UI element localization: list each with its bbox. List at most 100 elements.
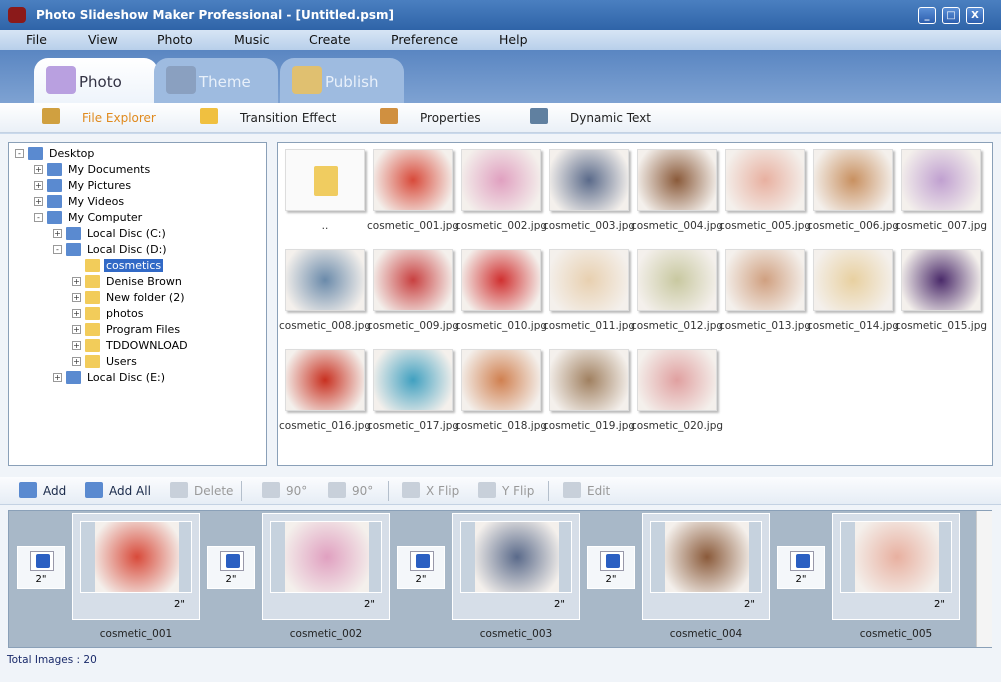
tree-item-label: Program Files xyxy=(106,323,181,336)
file-thumbnail[interactable]: cosmetic_012.jpg xyxy=(631,244,723,340)
collapse-icon[interactable]: - xyxy=(34,213,43,222)
file-thumbnail[interactable]: cosmetic_016.jpg xyxy=(279,344,371,440)
transition-slot[interactable]: 2" xyxy=(207,546,255,589)
expand-icon[interactable]: + xyxy=(72,325,81,334)
collapse-icon[interactable]: - xyxy=(15,149,24,158)
menu-photo[interactable]: Photo xyxy=(157,32,193,47)
slide-name: cosmetic_005 xyxy=(859,628,933,640)
storyboard[interactable]: 2" 2" cosmetic_001 2" 2" cosmetic_002 2" 2" cosm… xyxy=(8,510,992,648)
tree-item-label: Local Disc (D:) xyxy=(87,243,167,256)
file-thumbnail[interactable]: cosmetic_015.jpg xyxy=(895,244,987,340)
file-thumbnail[interactable]: cosmetic_008.jpg xyxy=(279,244,371,340)
add-button[interactable]: Add xyxy=(19,482,66,498)
tab-label: Theme xyxy=(199,73,251,91)
tab-photo[interactable]: Photo xyxy=(34,58,158,103)
add-all-button[interactable]: Add All xyxy=(85,482,151,498)
subtab-file-explorer[interactable]: File Explorer xyxy=(42,108,156,125)
photo-thumbnail xyxy=(901,249,981,311)
file-thumbnail[interactable]: cosmetic_011.jpg xyxy=(543,244,635,340)
expand-icon[interactable]: + xyxy=(53,373,62,382)
tab-theme[interactable]: Theme xyxy=(154,58,278,103)
subtab-label: Transition Effect xyxy=(240,111,337,125)
slide-image xyxy=(285,522,369,592)
menu-file[interactable]: File xyxy=(26,32,47,47)
slide[interactable]: 2" xyxy=(262,513,390,620)
y-flip-button[interactable]: Y Flip xyxy=(478,482,534,498)
file-thumbnail[interactable]: cosmetic_004.jpg xyxy=(631,144,723,240)
transition-duration: 2" xyxy=(35,574,47,585)
file-thumbnail[interactable]: cosmetic_007.jpg xyxy=(895,144,987,240)
subtab-dynamic-text[interactable]: Dynamic Text xyxy=(530,108,651,125)
delete-button[interactable]: Delete xyxy=(170,482,233,498)
expand-icon[interactable]: + xyxy=(53,229,62,238)
add-icon xyxy=(19,482,37,498)
menu-view[interactable]: View xyxy=(88,32,118,47)
parent-folder[interactable]: .. xyxy=(279,144,367,240)
file-grid[interactable]: .. cosmetic_001.jpg cosmetic_002.jpg cosmet… xyxy=(277,142,993,466)
expand-icon[interactable]: + xyxy=(34,165,43,174)
tree-item-label: Local Disc (C:) xyxy=(87,227,166,240)
expand-icon[interactable]: + xyxy=(34,181,43,190)
tree-item-label: photos xyxy=(106,307,144,320)
file-thumbnail[interactable]: cosmetic_013.jpg xyxy=(719,244,811,340)
folder-tree[interactable]: - Desktop + My Documents + My Pictures + My Vid… xyxy=(8,142,267,466)
close-button[interactable]: X xyxy=(966,7,984,24)
random-transition-icon xyxy=(790,551,814,571)
tree-item-label: My Videos xyxy=(68,195,125,208)
expand-icon[interactable]: + xyxy=(34,197,43,206)
file-thumbnail[interactable]: cosmetic_006.jpg xyxy=(807,144,899,240)
tab-publish[interactable]: Publish xyxy=(280,58,404,103)
file-thumbnail[interactable]: cosmetic_017.jpg xyxy=(367,344,459,440)
file-thumbnail[interactable]: cosmetic_014.jpg xyxy=(807,244,899,340)
menu-preference[interactable]: Preference xyxy=(391,32,458,47)
tree-item-label: My Documents xyxy=(68,163,151,176)
slide[interactable]: 2" xyxy=(642,513,770,620)
subtab-properties[interactable]: Properties xyxy=(380,108,481,125)
expand-icon[interactable]: + xyxy=(72,277,81,286)
file-name: cosmetic_007.jpg xyxy=(895,220,988,232)
x-flip-button[interactable]: X Flip xyxy=(402,482,459,498)
rotate-left-icon xyxy=(262,482,280,498)
transition-duration: 2" xyxy=(605,574,617,585)
file-thumbnail[interactable]: cosmetic_010.jpg xyxy=(455,244,547,340)
slide[interactable]: 2" xyxy=(72,513,200,620)
collapse-icon[interactable]: - xyxy=(53,245,62,254)
file-thumbnail[interactable]: cosmetic_020.jpg xyxy=(631,344,723,440)
maximize-button[interactable]: □ xyxy=(942,7,960,24)
subtab-transition-effect[interactable]: Transition Effect xyxy=(200,108,337,125)
transition-duration: 2" xyxy=(415,574,427,585)
expand-icon[interactable]: + xyxy=(72,341,81,350)
storyboard-scrollbar[interactable] xyxy=(976,511,992,647)
file-thumbnail[interactable]: cosmetic_003.jpg xyxy=(543,144,635,240)
tree-item-label: TDDOWNLOAD xyxy=(106,339,188,352)
file-thumbnail[interactable]: cosmetic_018.jpg xyxy=(455,344,547,440)
folder-icon xyxy=(85,259,100,272)
toolbar-divider xyxy=(388,481,389,501)
rotate-right-button[interactable]: 90° xyxy=(328,482,374,498)
slide[interactable]: 2" xyxy=(452,513,580,620)
transition-slot[interactable]: 2" xyxy=(17,546,65,589)
slide-image xyxy=(95,522,179,592)
minimize-button[interactable]: _ xyxy=(918,7,936,24)
file-thumbnail[interactable]: cosmetic_005.jpg xyxy=(719,144,811,240)
transition-slot[interactable]: 2" xyxy=(397,546,445,589)
transition-slot[interactable]: 2" xyxy=(777,546,825,589)
button-label: 90° xyxy=(352,484,374,498)
expand-icon[interactable]: + xyxy=(72,309,81,318)
expand-icon[interactable]: + xyxy=(72,357,81,366)
expand-icon[interactable]: + xyxy=(72,293,81,302)
file-thumbnail[interactable]: cosmetic_001.jpg xyxy=(367,144,459,240)
slide-image xyxy=(665,522,749,592)
file-thumbnail[interactable]: cosmetic_002.jpg xyxy=(455,144,547,240)
menu-music[interactable]: Music xyxy=(234,32,270,47)
file-thumbnail[interactable]: cosmetic_019.jpg xyxy=(543,344,635,440)
file-thumbnail[interactable]: cosmetic_009.jpg xyxy=(367,244,459,340)
edit-button[interactable]: Edit xyxy=(563,482,610,498)
rotate-left-button[interactable]: 90° xyxy=(262,482,307,498)
folder-icon xyxy=(85,307,100,320)
menu-create[interactable]: Create xyxy=(309,32,351,47)
menu-help[interactable]: Help xyxy=(499,32,528,47)
file-name: cosmetic_005.jpg xyxy=(719,220,812,232)
transition-slot[interactable]: 2" xyxy=(587,546,635,589)
slide[interactable]: 2" xyxy=(832,513,960,620)
